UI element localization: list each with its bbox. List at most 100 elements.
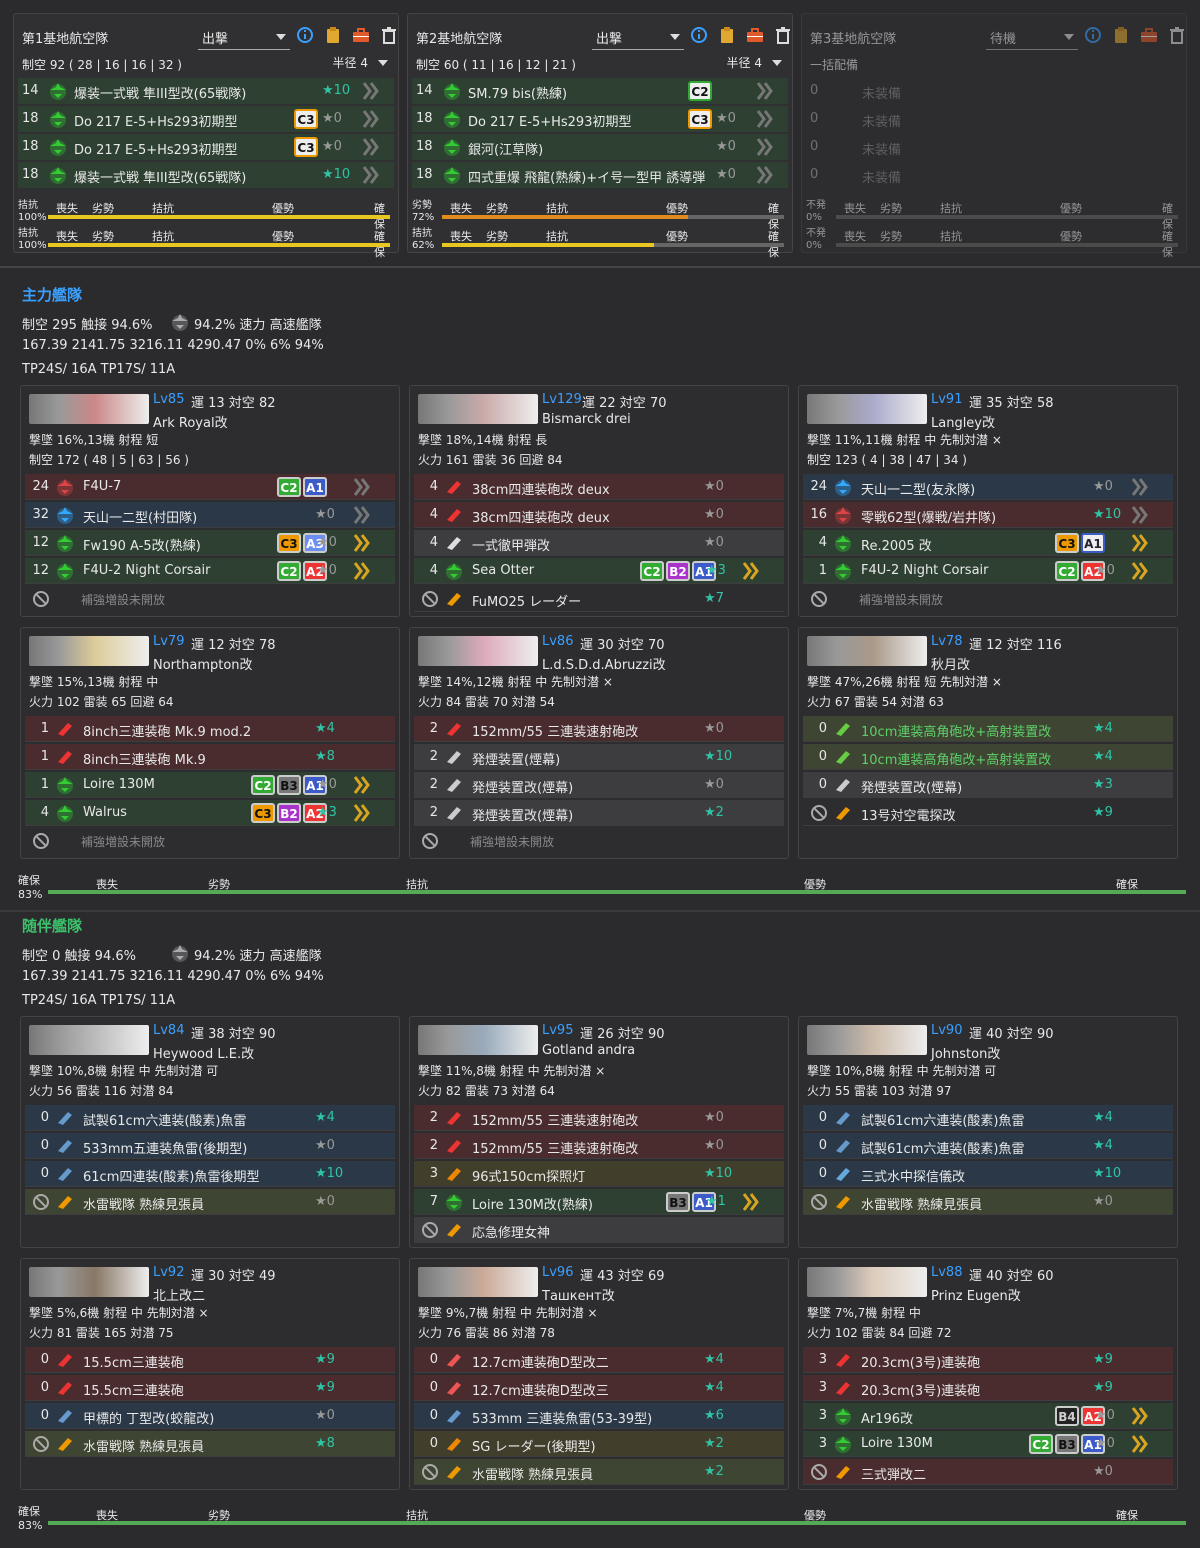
- clipboard-icon[interactable]: [324, 26, 342, 44]
- equipment-slot[interactable]: 3 20.3cm(3号)連装砲 ★9: [803, 1375, 1173, 1401]
- equipment-slot[interactable]: 0 試製61cm六連装(酸素)魚雷 ★4: [25, 1105, 395, 1131]
- chevron-icon[interactable]: [360, 136, 382, 158]
- ship-name[interactable]: 秋月改: [931, 654, 970, 673]
- proficiency-chevron-icon[interactable]: [1129, 532, 1151, 554]
- equipment-slot[interactable]: 4 Re.2005 改 C3 A1: [803, 530, 1173, 556]
- equipment-slot[interactable]: 4 一式徹甲弾改 ★0: [414, 530, 784, 556]
- equipment-slot[interactable]: 7 Loire 130M改(熟練) B3 A1 ★1: [414, 1189, 784, 1215]
- mode-select[interactable]: 出撃: [592, 22, 684, 50]
- equipment-slot[interactable]: 4 38cm四連装砲改 deux ★0: [414, 502, 784, 528]
- equipment-slot[interactable]: 0 533mm五連装魚雷(後期型) ★0: [25, 1133, 395, 1159]
- trash-icon[interactable]: [380, 26, 398, 44]
- equipment-slot[interactable]: 12 Fw190 A-5改(熟練) C3 A3 ★0: [25, 530, 395, 556]
- land-base-slot[interactable]: 18 Do 217 E-5+Hs293初期型 C3 ★0: [412, 106, 788, 132]
- chevron-icon[interactable]: [1129, 476, 1151, 498]
- ship-name[interactable]: Gotland andra: [542, 1043, 635, 1058]
- equipment-slot[interactable]: 3 96式150cm探照灯 ★10: [414, 1161, 784, 1187]
- ship-name[interactable]: 北上改二: [153, 1285, 205, 1304]
- ship-name[interactable]: Langley改: [931, 412, 995, 431]
- proficiency-chevron-icon[interactable]: [1129, 560, 1151, 582]
- clipboard-icon[interactable]: [1112, 26, 1130, 44]
- proficiency-chevron-icon[interactable]: [351, 532, 373, 554]
- ship-name[interactable]: Ark Royal改: [153, 412, 228, 431]
- equipment-slot[interactable]: 0 61cm四連装(酸素)魚雷後期型 ★10: [25, 1161, 395, 1187]
- clipboard-icon[interactable]: [718, 26, 736, 44]
- ship-portrait[interactable]: [29, 636, 149, 666]
- equipment-slot[interactable]: 2 152mm/55 三連装速射砲改 ★0: [414, 1105, 784, 1131]
- equipment-slot[interactable]: 3 20.3cm(3号)連装砲 ★9: [803, 1347, 1173, 1373]
- ship-portrait[interactable]: [418, 1267, 538, 1297]
- equipment-slot[interactable]: 2 152mm/55 三連装速射砲改 ★0: [414, 1133, 784, 1159]
- ship-portrait[interactable]: [807, 1025, 927, 1055]
- land-base-slot[interactable]: 14 爆装一式戦 隼III型改(65戦隊) ★10: [18, 78, 394, 104]
- proficiency-chevron-icon[interactable]: [351, 802, 373, 824]
- equipment-slot[interactable]: 2 発煙装置改(煙幕) ★0: [414, 772, 784, 798]
- ship-name[interactable]: Johnston改: [931, 1043, 1000, 1062]
- equipment-slot[interactable]: 0 試製61cm六連装(酸素)魚雷 ★4: [803, 1105, 1173, 1131]
- reinforcement-slot[interactable]: 補強増設未開放: [25, 586, 395, 612]
- ship-portrait[interactable]: [807, 636, 927, 666]
- equipment-slot[interactable]: 4 38cm四連装砲改 deux ★0: [414, 474, 784, 500]
- chevron-icon[interactable]: [754, 164, 776, 186]
- chevron-icon[interactable]: [351, 504, 373, 526]
- ship-name[interactable]: Prinz Eugen改: [931, 1285, 1021, 1304]
- equipment-slot[interactable]: 0 発煙装置改(煙幕) ★3: [803, 772, 1173, 798]
- equipment-slot[interactable]: 0 10cm連装高角砲改+高射装置改 ★4: [803, 744, 1173, 770]
- reinforcement-slot[interactable]: 水雷戦隊 熟練見張員 ★0: [803, 1189, 1173, 1215]
- toolbox-icon[interactable]: [1140, 26, 1158, 44]
- equipment-slot[interactable]: 0 12.7cm連装砲D型改三 ★4: [414, 1375, 784, 1401]
- toolbox-icon[interactable]: [746, 26, 764, 44]
- proficiency-chevron-icon[interactable]: [351, 560, 373, 582]
- equipment-slot[interactable]: 0 三式水中探信儀改 ★10: [803, 1161, 1173, 1187]
- proficiency-chevron-icon[interactable]: [740, 560, 762, 582]
- land-base-slot[interactable]: 0 未装備: [806, 162, 1182, 188]
- land-base-slot[interactable]: 0 未装備: [806, 134, 1182, 160]
- reinforcement-slot[interactable]: 応急修理女神: [414, 1217, 784, 1243]
- reinforcement-slot[interactable]: 水雷戦隊 熟練見張員 ★0: [25, 1189, 395, 1215]
- reinforcement-slot[interactable]: FuMO25 レーダー ★7: [414, 586, 784, 612]
- info-icon[interactable]: [296, 26, 314, 44]
- radius-select[interactable]: 半径 4: [727, 54, 784, 71]
- chevron-icon[interactable]: [754, 108, 776, 130]
- chevron-icon[interactable]: [754, 136, 776, 158]
- land-base-slot[interactable]: 14 SM.79 bis(熟練) C2: [412, 78, 788, 104]
- ship-name[interactable]: Heywood L.E.改: [153, 1043, 254, 1062]
- mode-select[interactable]: 出撃: [198, 22, 290, 50]
- ship-portrait[interactable]: [418, 1025, 538, 1055]
- ship-name[interactable]: Northampton改: [153, 654, 253, 673]
- equipment-slot[interactable]: 12 F4U-2 Night Corsair C2 A2 ★0: [25, 558, 395, 584]
- reinforcement-slot[interactable]: 補強増設未開放: [414, 828, 784, 854]
- reinforcement-slot[interactable]: 三式弾改二 ★0: [803, 1459, 1173, 1485]
- chevron-icon[interactable]: [360, 164, 382, 186]
- equipment-slot[interactable]: 4 Sea Otter C2 B2 A1 ★3: [414, 558, 784, 584]
- equipment-slot[interactable]: 32 天山一二型(村田隊) ★0: [25, 502, 395, 528]
- ship-portrait[interactable]: [807, 394, 927, 424]
- equipment-slot[interactable]: 0 SG レーダー(後期型) ★2: [414, 1431, 784, 1457]
- reinforcement-slot[interactable]: 水雷戦隊 熟練見張員 ★8: [25, 1431, 395, 1457]
- land-base-slot[interactable]: 18 四式重爆 飛龍(熟練)+イ号一型甲 誘導弾 ★0: [412, 162, 788, 188]
- chevron-icon[interactable]: [360, 108, 382, 130]
- equipment-slot[interactable]: 24 天山一二型(友永隊) ★0: [803, 474, 1173, 500]
- chevron-icon[interactable]: [1129, 504, 1151, 526]
- equipment-slot[interactable]: 2 発煙装置(煙幕) ★10: [414, 744, 784, 770]
- land-base-slot[interactable]: 18 Do 217 E-5+Hs293初期型 C3 ★0: [18, 106, 394, 132]
- equipment-slot[interactable]: 0 12.7cm連装砲D型改二 ★4: [414, 1347, 784, 1373]
- equipment-slot[interactable]: 24 F4U-7 C2 A1: [25, 474, 395, 500]
- ship-portrait[interactable]: [29, 1025, 149, 1055]
- equipment-slot[interactable]: 0 533mm 三連装魚雷(53-39型) ★6: [414, 1403, 784, 1429]
- proficiency-chevron-icon[interactable]: [740, 1191, 762, 1213]
- equipment-slot[interactable]: 1 F4U-2 Night Corsair C2 A2 ★0: [803, 558, 1173, 584]
- equipment-slot[interactable]: 1 Loire 130M C2 B3 A1 ★0: [25, 772, 395, 798]
- chevron-icon[interactable]: [351, 476, 373, 498]
- equipment-slot[interactable]: 3 Ar196改 B4 A2 ★0: [803, 1403, 1173, 1429]
- ship-portrait[interactable]: [418, 636, 538, 666]
- reinforcement-slot[interactable]: 補強増設未開放: [803, 586, 1173, 612]
- equipment-slot[interactable]: 0 甲標的 丁型改(蛟龍改) ★0: [25, 1403, 395, 1429]
- equipment-slot[interactable]: 0 15.5cm三連装砲 ★9: [25, 1375, 395, 1401]
- proficiency-chevron-icon[interactable]: [1129, 1433, 1151, 1455]
- reinforcement-slot[interactable]: 補強増設未開放: [25, 828, 395, 854]
- reinforcement-slot[interactable]: 水雷戦隊 熟練見張員 ★2: [414, 1459, 784, 1485]
- ship-portrait[interactable]: [418, 394, 538, 424]
- trash-icon[interactable]: [1168, 26, 1186, 44]
- trash-icon[interactable]: [774, 26, 792, 44]
